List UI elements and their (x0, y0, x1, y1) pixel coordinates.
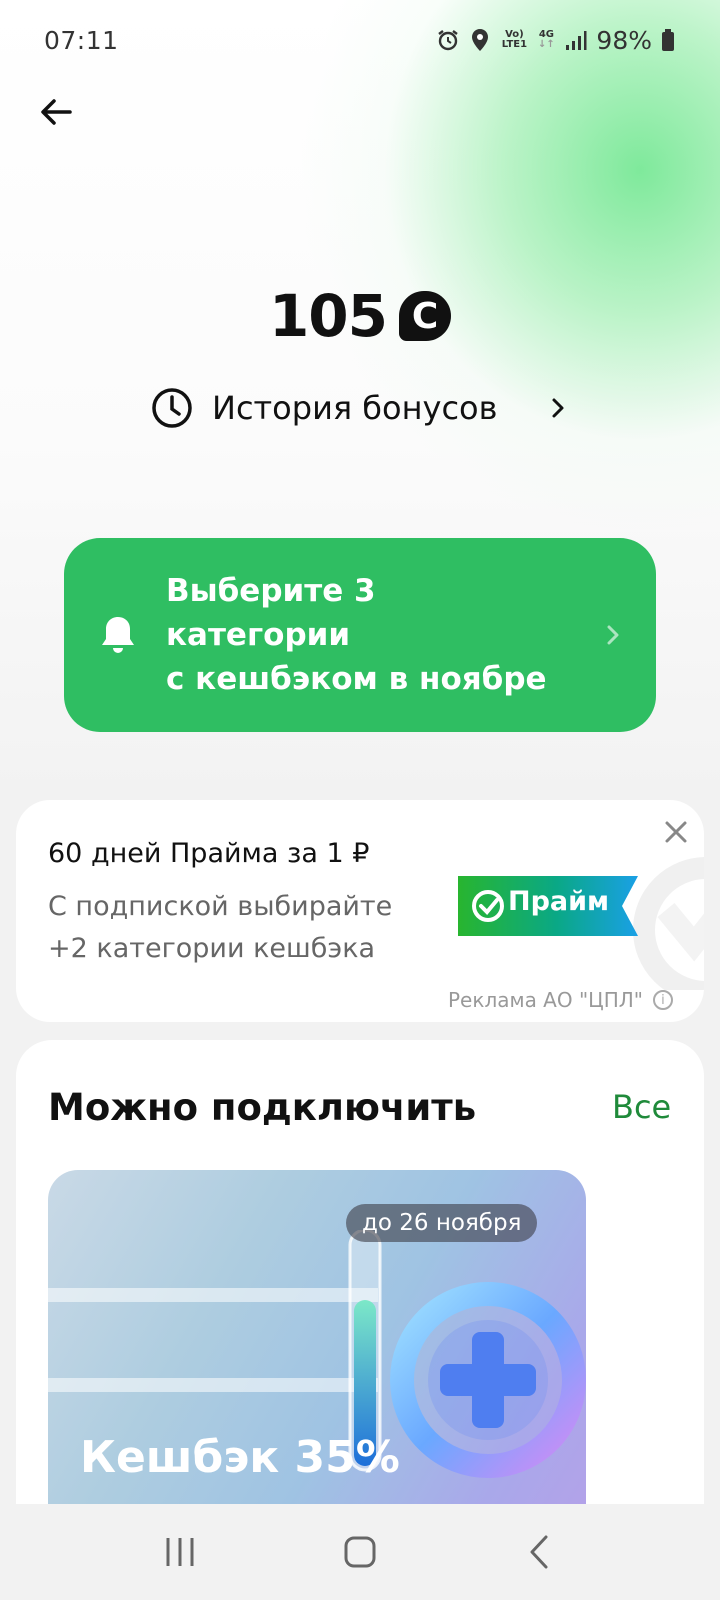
recent-apps-button[interactable] (150, 1522, 210, 1582)
4g-icon: 4G ↓↑ (538, 29, 555, 50)
shelf-decor (48, 1378, 378, 1392)
chevron-right-icon (607, 625, 619, 645)
choose-categories-banner[interactable]: Выберите 3 категории с кешбэком в ноябре (64, 538, 656, 732)
location-icon (468, 28, 492, 52)
history-label: История бонусов (212, 389, 498, 427)
bonus-coin-icon: С (399, 291, 452, 341)
status-time: 07:11 (44, 25, 119, 55)
status-bar: 07:11 Vo) LTE1 4G ↓↑ 98% (0, 0, 720, 80)
section-title: Можно подключить (48, 1086, 477, 1129)
prime-badge-label: Прайм (508, 886, 610, 917)
battery-percent: 98% (596, 25, 652, 55)
nav-back-button[interactable] (510, 1522, 570, 1582)
signal-icon (564, 28, 588, 52)
bonus-history-link[interactable]: История бонусов (150, 378, 570, 438)
promo-text: Выберите 3 категории с кешбэком в ноябре (166, 573, 547, 697)
back-icon (530, 1535, 548, 1569)
see-all-link[interactable]: Все (612, 1088, 671, 1126)
balance-value: 105 (268, 282, 388, 350)
status-icons: Vo) LTE1 4G ↓↑ 98% (436, 26, 676, 55)
alarm-icon (436, 28, 460, 52)
arrow-left-icon (41, 99, 72, 125)
clock-icon (152, 388, 192, 428)
medicine-plus-illustration (348, 1230, 586, 1478)
bonus-balance: 105 С (0, 282, 720, 350)
volte-icon: Vo) LTE1 (501, 29, 528, 50)
chevron-right-icon (552, 398, 564, 418)
offer-title: Кешбэк 35% (80, 1432, 400, 1483)
ad-disclaimer-text: Реклама АО "ЦПЛ" (448, 988, 643, 1012)
offer-date-badge: до 26 ноября (346, 1204, 538, 1242)
battery-icon (660, 28, 676, 52)
ad-title: 60 дней Прайма за 1 ₽ (48, 838, 370, 869)
recent-apps-icon (166, 1538, 194, 1566)
ad-close-button[interactable] (660, 816, 692, 848)
back-button[interactable] (32, 88, 80, 136)
system-nav-bar (0, 1504, 720, 1600)
bell-icon (102, 617, 134, 653)
prime-badge: Прайм (458, 876, 654, 936)
home-button[interactable] (330, 1522, 390, 1582)
shelf-decor (48, 1288, 378, 1302)
ad-description: С подпиской выбирайте +2 категории кешбэ… (48, 891, 393, 964)
close-icon (665, 821, 687, 843)
info-icon[interactable]: i (652, 990, 673, 1010)
prime-ad-card[interactable]: 60 дней Прайма за 1 ₽ С подпиской выбира… (16, 800, 704, 1022)
home-icon (344, 1536, 376, 1568)
ad-disclaimer: Реклама АО "ЦПЛ" i (448, 988, 673, 1012)
